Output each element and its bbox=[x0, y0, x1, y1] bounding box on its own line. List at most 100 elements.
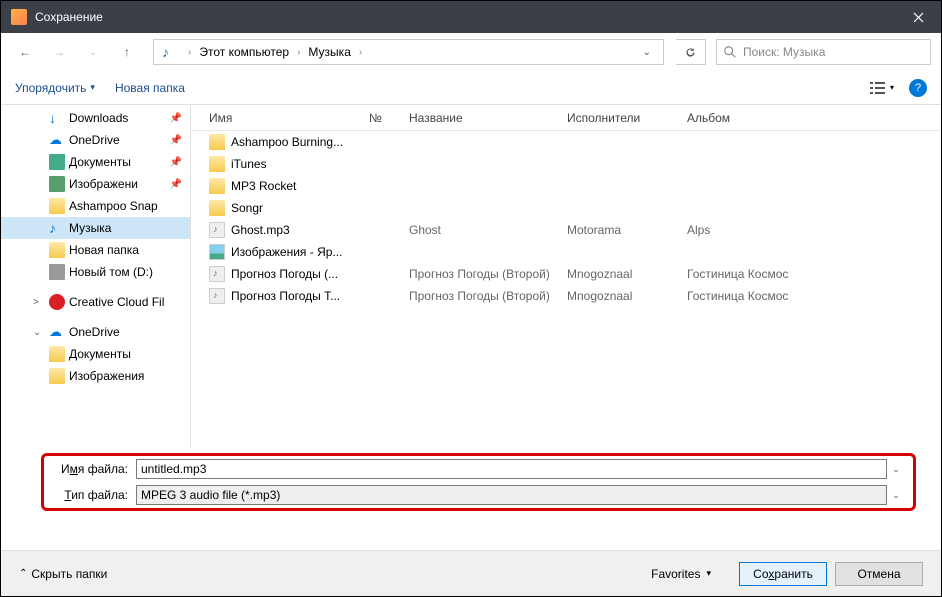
breadcrumb-item[interactable]: Музыка bbox=[306, 45, 352, 59]
img-icon bbox=[49, 176, 65, 192]
filename-row: Имя файла: ⌄ bbox=[52, 459, 905, 479]
sidebar-tree: Downloads📌OneDrive📌Документы📌Изображени📌… bbox=[1, 105, 191, 448]
sidebar-item[interactable]: ⌄OneDrive bbox=[1, 321, 190, 343]
sidebar-item-label: Downloads bbox=[69, 111, 128, 125]
file-album: Alps bbox=[687, 223, 807, 237]
sidebar-item[interactable]: Музыка bbox=[1, 217, 190, 239]
file-name: Songr bbox=[231, 201, 369, 215]
sidebar-item[interactable]: Новый том (D:) bbox=[1, 261, 190, 283]
file-row[interactable]: Ashampoo Burning... bbox=[191, 131, 941, 153]
sidebar-item[interactable]: Ashampoo Snap bbox=[1, 195, 190, 217]
file-list: Имя № Название Исполнители Альбом Ashamp… bbox=[191, 105, 941, 448]
col-name[interactable]: Имя bbox=[209, 111, 369, 125]
chevron-right-icon: › bbox=[182, 47, 197, 58]
doc-icon bbox=[49, 154, 65, 170]
app-icon bbox=[11, 9, 27, 25]
pic-icon bbox=[209, 244, 225, 260]
file-row[interactable]: Ghost.mp3GhostMotoramaAlps bbox=[191, 219, 941, 241]
file-row[interactable]: iTunes bbox=[191, 153, 941, 175]
file-name: Прогноз Погоды Т... bbox=[231, 289, 369, 303]
col-album[interactable]: Альбом bbox=[687, 111, 807, 125]
filetype-row: Тип файла: MPEG 3 audio file (*.mp3) ⌄ bbox=[52, 485, 905, 505]
file-row[interactable]: Изображения - Яр... bbox=[191, 241, 941, 263]
breadcrumb-item[interactable]: Этот компьютер bbox=[197, 45, 291, 59]
sidebar-item[interactable]: Документы bbox=[1, 343, 190, 365]
sidebar-item-label: OneDrive bbox=[69, 133, 120, 147]
nav-bar: ← → ⌄ ↑ › Этот компьютер › Музыка › ⌄ По… bbox=[1, 33, 941, 71]
sidebar-item[interactable]: Downloads 📌 bbox=[1, 107, 190, 129]
filename-input[interactable] bbox=[136, 459, 887, 479]
nav-up-button[interactable]: ↑ bbox=[113, 38, 141, 66]
refresh-button[interactable] bbox=[676, 39, 706, 65]
filename-dropdown[interactable]: ⌄ bbox=[887, 464, 905, 475]
column-headers: Имя № Название Исполнители Альбом bbox=[191, 105, 941, 131]
close-button[interactable] bbox=[896, 1, 941, 33]
sidebar-item[interactable]: Изображени📌 bbox=[1, 173, 190, 195]
view-mode-button[interactable]: ▾ bbox=[865, 76, 899, 100]
save-button[interactable]: Сохранить bbox=[739, 562, 827, 586]
music-icon bbox=[49, 220, 65, 236]
sidebar-item-label: Документы bbox=[69, 155, 131, 169]
onedrive-icon bbox=[49, 324, 65, 340]
sidebar-item-label: Музыка bbox=[69, 221, 111, 235]
footer: ⌃Скрыть папки Favorites▾ Сохранить Отмен… bbox=[1, 550, 941, 596]
filetype-select[interactable]: MPEG 3 audio file (*.mp3) bbox=[136, 485, 887, 505]
sidebar-item-label: Новый том (D:) bbox=[69, 265, 153, 279]
pin-icon: 📌 bbox=[170, 113, 182, 124]
mp3-icon bbox=[209, 222, 225, 238]
folder-icon bbox=[49, 242, 65, 258]
organize-button[interactable]: Упорядочить▾ bbox=[15, 81, 95, 95]
nav-recent-dropdown[interactable]: ⌄ bbox=[79, 38, 107, 66]
search-placeholder: Поиск: Музыка bbox=[743, 45, 825, 59]
cancel-button[interactable]: Отмена bbox=[835, 562, 923, 586]
save-fields-highlight: Имя файла: ⌄ Тип файла: MPEG 3 audio fil… bbox=[41, 453, 916, 511]
search-input[interactable]: Поиск: Музыка bbox=[716, 39, 931, 65]
file-row[interactable]: Прогноз Погоды (...Прогноз Погоды (Второ… bbox=[191, 263, 941, 285]
mp3-icon bbox=[209, 288, 225, 304]
sidebar-item-label: Ashampoo Snap bbox=[69, 199, 158, 213]
file-title: Прогноз Погоды (Второй) bbox=[409, 289, 567, 303]
sidebar-item-label: Creative Cloud Fil bbox=[69, 295, 164, 309]
music-icon bbox=[162, 44, 178, 60]
file-name: Изображения - Яр... bbox=[231, 245, 369, 259]
favorites-button[interactable]: Favorites▾ bbox=[641, 563, 721, 585]
toolbar: Упорядочить▾ Новая папка ▾ ? bbox=[1, 71, 941, 105]
folder-icon bbox=[49, 346, 65, 362]
new-folder-button[interactable]: Новая папка bbox=[115, 81, 185, 95]
file-name: MP3 Rocket bbox=[231, 179, 369, 193]
folder-icon bbox=[209, 178, 225, 194]
sidebar-item[interactable]: > Creative Cloud Fil bbox=[1, 291, 190, 313]
sidebar-item-label: Изображения bbox=[69, 369, 144, 383]
file-row[interactable]: Songr bbox=[191, 197, 941, 219]
pin-icon: 📌 bbox=[170, 179, 182, 190]
hide-folders-button[interactable]: ⌃Скрыть папки bbox=[19, 567, 107, 581]
breadcrumb-dropdown[interactable]: ⌄ bbox=[635, 47, 659, 58]
col-artist[interactable]: Исполнители bbox=[567, 111, 687, 125]
breadcrumb[interactable]: › Этот компьютер › Музыка › ⌄ bbox=[153, 39, 664, 65]
sidebar-item[interactable]: OneDrive 📌 bbox=[1, 129, 190, 151]
sidebar-item-label: Новая папка bbox=[69, 243, 139, 257]
file-name: Ashampoo Burning... bbox=[231, 135, 369, 149]
file-title: Ghost bbox=[409, 223, 567, 237]
col-title[interactable]: Название bbox=[409, 111, 567, 125]
nav-back-button[interactable]: ← bbox=[11, 38, 39, 66]
pin-icon: 📌 bbox=[170, 135, 182, 146]
mp3-icon bbox=[209, 266, 225, 282]
folder-icon bbox=[209, 156, 225, 172]
col-num[interactable]: № bbox=[369, 111, 409, 125]
window-title: Сохранение bbox=[35, 10, 896, 24]
sidebar-item[interactable]: Новая папка bbox=[1, 239, 190, 261]
filetype-dropdown[interactable]: ⌄ bbox=[887, 490, 905, 501]
file-row[interactable]: Прогноз Погоды Т... Прогноз Погоды (Второ… bbox=[191, 285, 941, 307]
file-title: Прогноз Погоды (Второй) bbox=[409, 267, 567, 281]
help-button[interactable]: ? bbox=[909, 79, 927, 97]
file-artist: Mnogoznaal bbox=[567, 289, 687, 303]
sidebar-item[interactable]: Документы📌 bbox=[1, 151, 190, 173]
nav-forward-button[interactable]: → bbox=[45, 38, 73, 66]
chevron-icon: > bbox=[33, 297, 45, 308]
file-artist: Motorama bbox=[567, 223, 687, 237]
folder-icon bbox=[49, 198, 65, 214]
sidebar-item[interactable]: Изображения bbox=[1, 365, 190, 387]
file-name: iTunes bbox=[231, 157, 369, 171]
file-row[interactable]: MP3 Rocket bbox=[191, 175, 941, 197]
